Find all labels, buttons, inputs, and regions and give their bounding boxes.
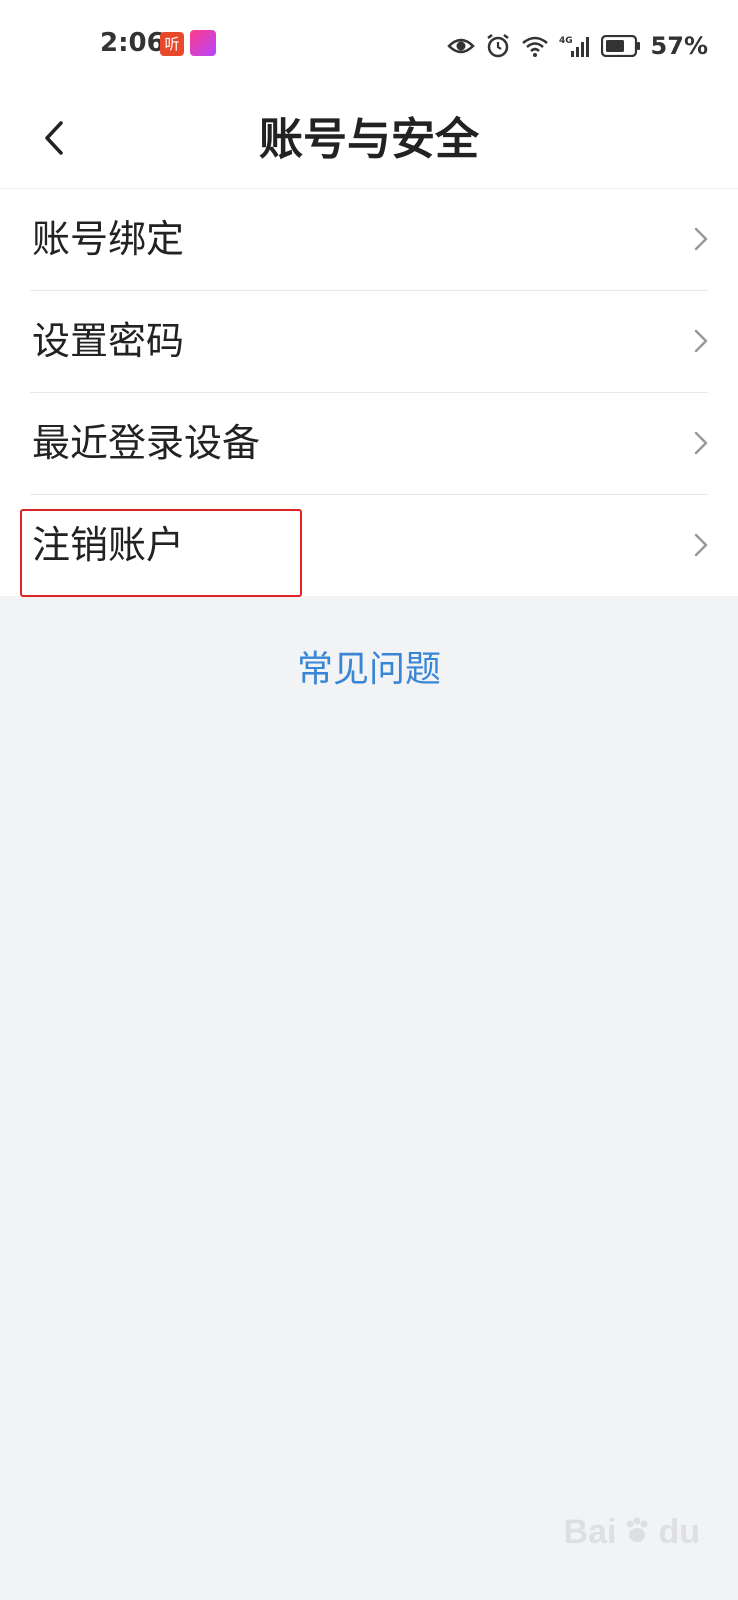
menu-item-delete-account[interactable]: 注销账户 bbox=[30, 495, 708, 596]
wifi-icon bbox=[521, 34, 549, 58]
chevron-left-icon bbox=[43, 120, 65, 160]
watermark-logo: Bai bbox=[563, 1513, 617, 1551]
chevron-right-icon bbox=[694, 533, 708, 561]
battery-percent: 57% bbox=[650, 32, 708, 60]
menu-item-label: 最近登录设备 bbox=[32, 421, 261, 465]
chevron-right-icon bbox=[694, 227, 708, 255]
menu-item-recent-devices[interactable]: 最近登录设备 bbox=[30, 393, 708, 495]
nav-bar: 账号与安全 bbox=[0, 92, 738, 189]
menu-item-label: 设置密码 bbox=[32, 319, 185, 363]
battery-icon bbox=[600, 35, 641, 57]
chevron-right-icon bbox=[694, 329, 708, 357]
status-indicators: 4G 57% bbox=[446, 28, 708, 64]
top-area: 2:06 听 4G 57% 账号与安全 账号绑定 设置密码 最近登录设备 注销账… bbox=[0, 0, 738, 596]
eye-icon bbox=[446, 36, 475, 56]
menu-item-account-binding[interactable]: 账号绑定 bbox=[30, 189, 708, 291]
shopping-app-icon bbox=[190, 30, 216, 56]
chevron-right-icon bbox=[694, 431, 708, 459]
menu-item-label: 注销账户 bbox=[32, 523, 185, 567]
signal-icon: 4G bbox=[559, 33, 591, 59]
settings-menu: 账号绑定 设置密码 最近登录设备 注销账户 bbox=[0, 189, 738, 596]
paw-icon bbox=[622, 1516, 652, 1550]
watermark-logo-du: du bbox=[658, 1513, 700, 1551]
menu-item-label: 账号绑定 bbox=[32, 217, 185, 261]
baidu-watermark: Bai du bbox=[564, 1513, 700, 1552]
alarm-icon bbox=[485, 33, 511, 59]
status-bar: 2:06 听 4G 57% bbox=[0, 0, 738, 92]
status-time: 2:06 bbox=[100, 28, 165, 58]
network-type-label: 4G bbox=[559, 36, 573, 46]
page-title: 账号与安全 bbox=[259, 114, 479, 165]
listen-app-icon: 听 bbox=[160, 32, 184, 56]
faq-link[interactable]: 常见问题 bbox=[0, 640, 738, 692]
menu-item-set-password[interactable]: 设置密码 bbox=[30, 291, 708, 393]
back-button[interactable] bbox=[28, 110, 80, 170]
